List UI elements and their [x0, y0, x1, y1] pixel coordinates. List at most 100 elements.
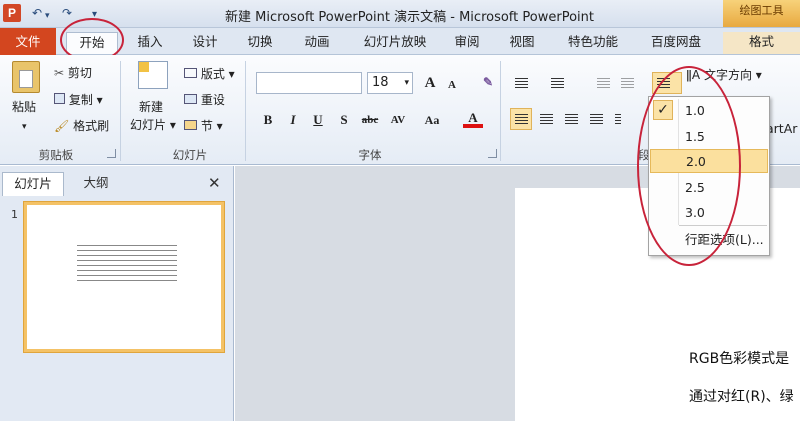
distributed-button[interactable] — [610, 108, 624, 130]
text-direction-button[interactable]: ǁA 文字方向 ▾ — [686, 67, 762, 83]
paste-button[interactable]: 粘贴 — [12, 99, 36, 115]
new-slide-button[interactable]: 新建 — [139, 99, 163, 115]
smartart-partial-label[interactable]: artAr — [766, 121, 797, 137]
align-center-button[interactable] — [535, 108, 557, 130]
scissors-icon: ✂ — [54, 66, 65, 80]
change-case-button[interactable]: Aa — [420, 110, 444, 130]
slides-pane: 幻灯片 大纲 ✕ 1 — [0, 166, 234, 421]
font-launcher-icon[interactable] — [488, 149, 497, 158]
slide-thumbnail[interactable] — [24, 202, 224, 352]
paste-icon[interactable] — [12, 61, 40, 93]
tab-slideshow[interactable]: 幻灯片放映 — [352, 32, 438, 54]
line-spacing-button[interactable] — [652, 72, 682, 94]
format-painter-button[interactable]: 🖌 格式刷 — [54, 118, 109, 134]
char-spacing-button[interactable]: AV — [386, 110, 410, 130]
tab-transitions[interactable]: 切换 — [240, 32, 280, 54]
brush-icon: 🖌 — [54, 119, 70, 133]
layout-button[interactable]: 版式 ▾ — [184, 66, 235, 82]
align-left-button[interactable] — [510, 108, 532, 130]
copy-icon — [54, 93, 65, 104]
group-divider — [500, 61, 501, 161]
tab-special[interactable]: 特色功能 — [560, 32, 626, 54]
decrease-indent-button[interactable] — [592, 72, 614, 94]
text-direction-icon: ǁA — [686, 68, 701, 82]
line-spacing-option[interactable]: 2.0 — [650, 149, 768, 173]
tab-design[interactable]: 设计 — [185, 32, 225, 54]
close-icon[interactable]: ✕ — [208, 174, 221, 192]
line-spacing-option[interactable]: 3.0 — [650, 201, 768, 225]
strikethrough-button[interactable]: abc — [358, 110, 382, 130]
font-name-field[interactable] — [256, 72, 362, 94]
increase-indent-button[interactable] — [616, 72, 638, 94]
tab-home[interactable]: 开始 — [66, 32, 118, 54]
increase-indent-icon — [621, 78, 634, 89]
line-spacing-option[interactable]: 2.5 — [650, 176, 768, 200]
line-spacing-options-item[interactable]: 行距选项(L)... — [650, 228, 768, 252]
paste-dropdown-icon[interactable]: ▾ — [22, 119, 27, 135]
tab-slides[interactable]: 幻灯片 — [2, 172, 64, 196]
menu-separator — [679, 225, 767, 226]
layout-icon — [184, 68, 197, 78]
redo-icon[interactable]: ↷ — [62, 5, 72, 21]
ribbon-tab-row: 文件 开始 插入 设计 切换 动画 幻灯片放映 审阅 视图 特色功能 百度网盘 … — [0, 28, 800, 55]
tab-insert[interactable]: 插入 — [130, 32, 170, 54]
powerpoint-logo-icon: P — [3, 4, 21, 22]
copy-button[interactable]: 复制 ▾ — [54, 92, 103, 108]
clear-formatting-icon[interactable]: ✎ — [478, 72, 498, 92]
slide-text-line[interactable]: RGB色彩模式是 — [689, 348, 789, 368]
new-slide-label: 幻灯片 — [130, 118, 167, 132]
window-title: 新建 Microsoft PowerPoint 演示文稿 - Microsoft… — [225, 10, 594, 25]
tab-baidu-netdisk[interactable]: 百度网盘 — [643, 32, 709, 54]
customize-qat-icon[interactable]: ▾ — [92, 7, 97, 23]
slide-text-line[interactable]: 通过对红(R)、绿 — [689, 386, 794, 406]
group-label-slides: 幻灯片 — [172, 148, 208, 162]
tab-review[interactable]: 审阅 — [447, 32, 487, 54]
line-spacing-menu: ✓ 1.0 1.5 2.0 2.5 3.0 行距选项(L)... — [648, 96, 770, 256]
grow-font-button[interactable]: A — [420, 73, 440, 93]
tab-outline[interactable]: 大纲 — [64, 172, 128, 196]
bullets-button[interactable] — [510, 72, 532, 94]
layout-label: 版式 — [200, 67, 225, 81]
undo-dropdown-icon[interactable]: ▾ — [45, 8, 50, 24]
line-spacing-option[interactable]: 1.0 — [650, 99, 768, 123]
undo-icon[interactable]: ↶ — [32, 5, 42, 21]
new-slide-icon[interactable] — [138, 61, 168, 89]
group-divider — [120, 61, 121, 161]
italic-button[interactable]: I — [283, 110, 303, 130]
group-label-font: 字体 — [358, 148, 382, 162]
tab-view[interactable]: 视图 — [502, 32, 542, 54]
cut-label: 剪切 — [67, 66, 92, 80]
underline-button[interactable]: U — [308, 110, 328, 130]
shrink-font-button[interactable]: A — [442, 75, 462, 95]
tab-animations[interactable]: 动画 — [297, 32, 337, 54]
numbering-button[interactable] — [546, 72, 568, 94]
group-divider — [245, 61, 246, 161]
cut-button[interactable]: ✂ 剪切 — [54, 65, 92, 81]
group-label-clipboard: 剪贴板 — [38, 148, 74, 162]
font-size-field[interactable]: 18 ▾ — [367, 72, 413, 94]
align-left-icon — [515, 114, 528, 125]
line-spacing-icon — [657, 78, 670, 89]
format-painter-label: 格式刷 — [73, 119, 110, 133]
reset-icon — [184, 94, 197, 104]
numbering-icon — [551, 78, 564, 89]
reset-button[interactable]: 重设 — [184, 92, 225, 108]
section-label: 节 — [200, 119, 213, 133]
section-button[interactable]: 节 ▾ — [184, 118, 223, 134]
tab-file[interactable]: 文件 — [0, 28, 56, 55]
reset-label: 重设 — [200, 93, 225, 107]
distributed-icon — [615, 114, 621, 125]
line-spacing-option[interactable]: 1.5 — [650, 125, 768, 149]
justify-button[interactable] — [585, 108, 607, 130]
clipboard-launcher-icon[interactable] — [107, 149, 116, 158]
bold-button[interactable]: B — [258, 110, 278, 130]
text-direction-label: 文字方向 — [703, 68, 752, 82]
font-color-button[interactable]: A — [463, 108, 483, 128]
tab-format[interactable]: 格式 — [723, 32, 800, 54]
title-bar: P ↶ ▾ ↷ ▾ 新建 Microsoft PowerPoint 演示文稿 -… — [0, 0, 800, 28]
bullets-icon — [515, 78, 528, 89]
slide-number: 1 — [11, 208, 18, 221]
align-right-button[interactable] — [560, 108, 582, 130]
new-slide-label-2[interactable]: 幻灯片 ▾ — [130, 117, 176, 133]
shadow-button[interactable]: S — [334, 110, 354, 130]
